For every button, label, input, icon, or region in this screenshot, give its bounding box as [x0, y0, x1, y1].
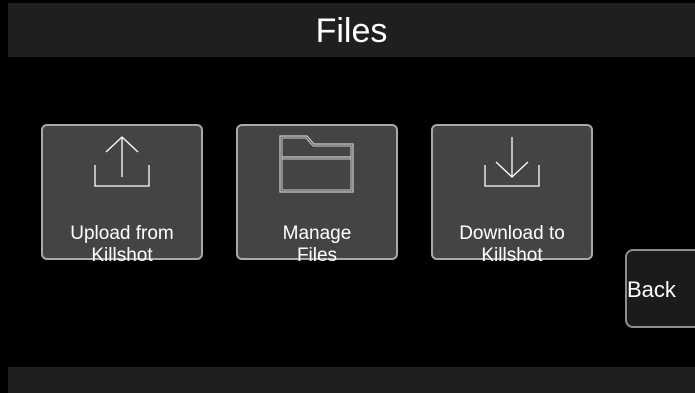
page-title: Files — [315, 12, 388, 50]
manage-files-button[interactable]: Manage Files — [236, 124, 398, 266]
tile-label-line2: Killshot — [91, 245, 153, 266]
download-to-killshot-button[interactable]: Download to Killshot — [431, 124, 593, 266]
tile-label: Upload from Killshot — [47, 223, 197, 267]
header-bar: Files — [8, 3, 695, 57]
folder-icon — [238, 130, 396, 198]
upload-from-killshot-button[interactable]: Upload from Killshot — [41, 124, 203, 266]
footer-bar — [8, 367, 695, 393]
tile-label-line1: Download to — [459, 223, 565, 244]
download-icon — [433, 130, 591, 198]
tile-label-line1: Upload from — [70, 223, 174, 244]
back-button[interactable]: Back — [625, 249, 695, 328]
tile-label: Download to Killshot — [437, 223, 587, 267]
tile-label-line1: Manage — [282, 223, 352, 244]
upload-icon — [43, 130, 201, 198]
tile-label-line2: Killshot — [481, 245, 543, 266]
back-button-label: Back — [627, 277, 676, 302]
tile-label-line2: Files — [296, 245, 338, 266]
tile-label: Manage Files — [242, 223, 392, 267]
